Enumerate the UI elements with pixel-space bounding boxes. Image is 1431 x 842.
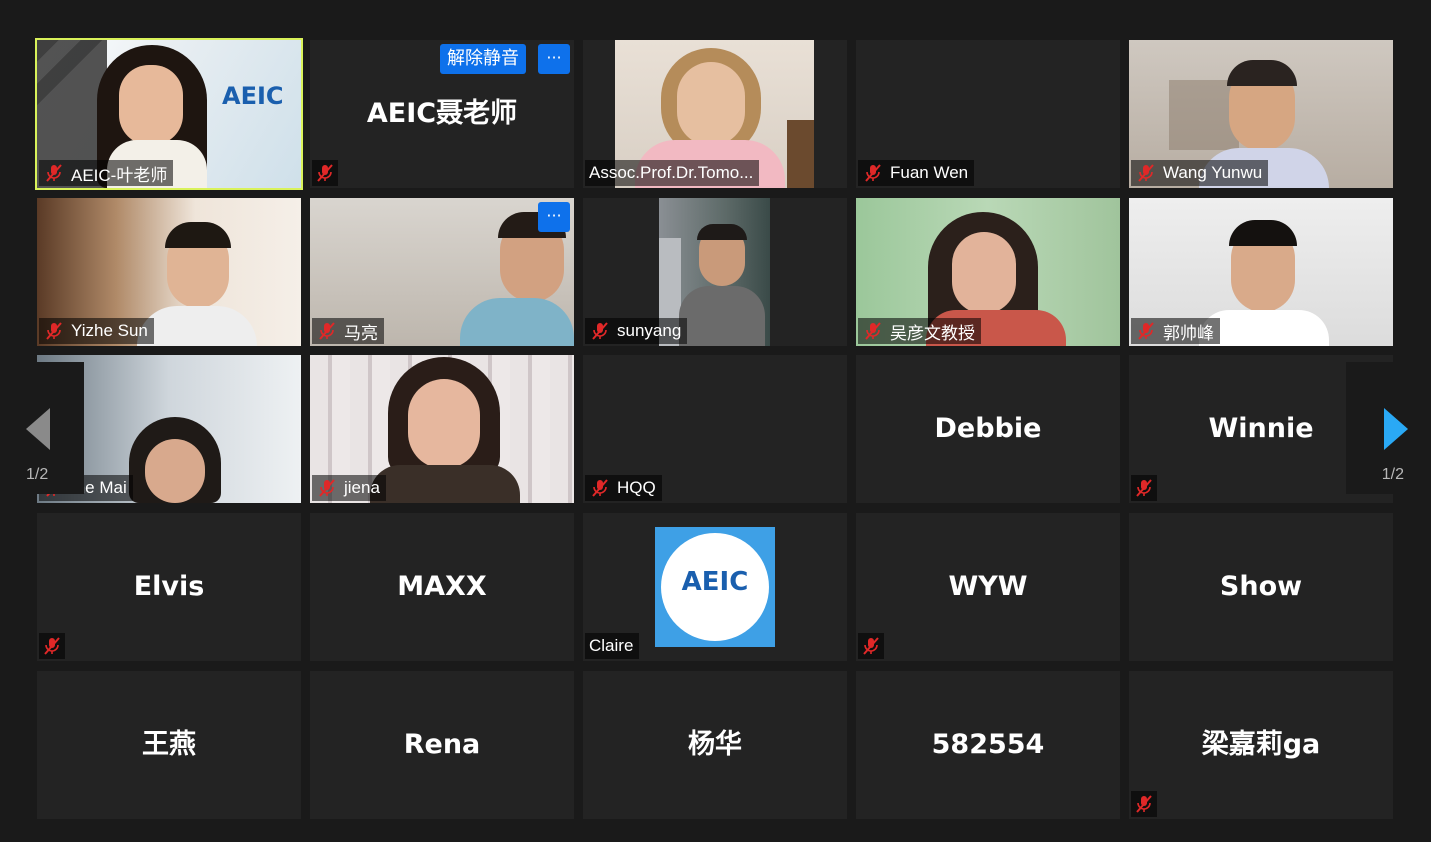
participant-display-name: Show [1219,571,1303,602]
participant-name: sunyang [617,321,682,340]
participant-display-name: Debbie [934,413,1042,444]
participant-tile[interactable]: ··· 马亮 [310,198,574,346]
participant-name: Claire [589,636,634,655]
participant-display-name: 梁嘉莉ga [1201,729,1321,760]
microphone-muted-icon [863,637,879,655]
participant-name-tag [312,160,338,186]
participant-name-tag: Claire [585,633,640,659]
microphone-muted-icon [319,322,335,340]
participant-tile[interactable]: 解除静音 ··· AEIC聂老师 [310,40,574,188]
unmute-button[interactable]: 解除静音 [440,44,526,74]
microphone-muted-icon [1138,164,1154,182]
microphone-muted-icon [1136,479,1152,497]
participant-tile[interactable]: jiena [310,355,574,503]
participant-name-tag [1131,791,1157,817]
participant-tile[interactable]: MAXX [310,513,574,661]
participant-tile[interactable]: Rena [310,671,574,819]
microphone-muted-icon [865,164,881,182]
microphone-muted-icon [46,322,62,340]
participant-display-name: 582554 [931,729,1045,760]
participant-display-name: WYW [948,571,1028,602]
next-page-button[interactable]: 1/2 [1346,362,1414,494]
participant-display-name: 杨华 [688,729,742,760]
page-indicator: 1/2 [26,466,49,483]
participant-name-tag: jiena [312,475,386,501]
microphone-muted-icon [1136,795,1152,813]
participant-tile[interactable]: AEIC Claire [583,513,847,661]
participant-name-tag: sunyang [585,318,688,344]
participant-name-tag: Wang Yunwu [1131,160,1269,186]
participant-tile[interactable]: Show [1129,513,1393,661]
participant-tile[interactable]: Elvis [37,513,301,661]
participant-name-tag: AEIC-叶老师 [39,160,174,186]
participant-tile[interactable]: Debbie [856,355,1120,503]
participant-name-tag: Fuan Wen [858,160,975,186]
participant-tile[interactable]: Yizhe Sun [37,198,301,346]
aeic-logo-text: AEIC [681,567,749,597]
participant-display-name: AEIC聂老师 [366,98,518,129]
participant-name: AEIC-叶老师 [71,165,168,185]
microphone-muted-icon [592,479,608,497]
participant-tile[interactable]: 梁嘉莉ga [1129,671,1393,819]
participant-name-tag: 马亮 [312,318,384,344]
more-options-button[interactable]: ··· [538,202,570,232]
participant-tile[interactable]: WYW [856,513,1120,661]
participant-tile[interactable]: HQQ [583,355,847,503]
participant-avatar: AEIC [655,527,775,647]
participant-name: Assoc.Prof.Dr.Tomo... [589,163,754,182]
participant-name: Fuan Wen [890,163,969,182]
participant-tile[interactable]: 吴彦文教授 [856,198,1120,346]
gallery-view: AEIC AEIC-叶老师 解除静音 ··· AEIC聂老师 Assoc.Pro… [0,0,1431,842]
microphone-muted-icon [44,637,60,655]
chevron-right-icon [1384,408,1408,450]
participant-name-tag [1131,475,1157,501]
participant-name-tag: 吴彦文教授 [858,318,981,344]
participant-name-tag: HQQ [585,475,662,501]
participant-name: Yizhe Sun [71,321,148,340]
participant-name: Wang Yunwu [1163,163,1263,182]
participant-name-tag: Assoc.Prof.Dr.Tomo... [585,160,760,186]
participant-tile[interactable]: 王燕 [37,671,301,819]
participant-tile[interactable]: Fuan Wen [856,40,1120,188]
microphone-muted-icon [592,322,608,340]
more-options-button[interactable]: ··· [538,44,570,74]
chevron-left-icon [26,408,50,450]
participant-display-name: MAXX [397,571,487,602]
page-indicator: 1/2 [1381,466,1404,483]
participant-name: HQQ [617,478,656,497]
participant-tile[interactable]: 杨华 [583,671,847,819]
participant-tile[interactable]: sunyang [583,198,847,346]
participant-name-tag [858,633,884,659]
participant-display-name: 王燕 [142,729,196,760]
participant-tile[interactable]: 582554 [856,671,1120,819]
microphone-muted-icon [317,164,333,182]
participant-display-name: Elvis [133,571,205,602]
participant-name: 吴彦文教授 [890,323,975,343]
participant-name: 郭帅峰 [1163,323,1214,343]
previous-page-button[interactable]: 1/2 [16,362,84,494]
participant-tile[interactable]: Assoc.Prof.Dr.Tomo... [583,40,847,188]
participant-display-name: Rena [403,729,481,760]
participant-tile[interactable]: 郭帅峰 [1129,198,1393,346]
participant-tile[interactable]: Wang Yunwu [1129,40,1393,188]
microphone-muted-icon [865,322,881,340]
participant-name: jiena [344,478,380,497]
participant-tile[interactable]: AEIC AEIC-叶老师 [35,38,303,190]
microphone-muted-icon [1138,322,1154,340]
participant-name-tag: Yizhe Sun [39,318,154,344]
microphone-muted-icon [46,164,62,182]
microphone-muted-icon [319,479,335,497]
participant-name-tag: 郭帅峰 [1131,318,1220,344]
participant-name: 马亮 [344,323,378,343]
participant-name-tag [39,633,65,659]
